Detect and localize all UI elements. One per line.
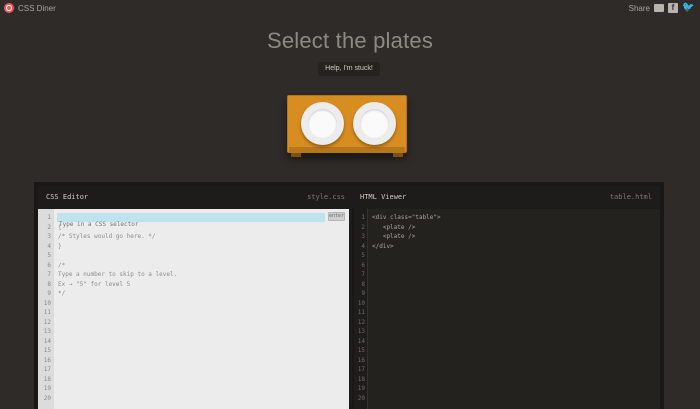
line-number: 14: [43, 337, 51, 345]
help-button[interactable]: Help, I'm stuck!: [318, 62, 380, 76]
line-number: 8: [361, 280, 365, 288]
line-number: 6: [361, 261, 365, 269]
code-line: <div class="table">: [372, 214, 441, 221]
line-number: 4: [361, 242, 365, 250]
code-line: }: [58, 242, 62, 250]
line-number: 10: [43, 299, 51, 307]
code-line: */: [58, 290, 66, 297]
editor-panel: CSS Editor style.css HTML Viewer table.h…: [34, 182, 664, 409]
twitter-icon[interactable]: 🐦: [682, 3, 694, 13]
mail-icon[interactable]: [654, 4, 664, 12]
line-number: 15: [43, 347, 51, 354]
line-number: 20: [43, 394, 51, 402]
table: [287, 95, 407, 165]
level-title: Select the plates: [266, 28, 434, 53]
code-line: {: [58, 223, 62, 231]
line-number: 11: [43, 309, 51, 316]
html-line-numbers: 1 2 3 4 5 6 7 8 9 10 11 12 13 14 15 16 17 18 19 20: [354, 209, 368, 409]
code-line: Ex → "5" for level 5: [58, 280, 131, 288]
line-number: 1: [47, 214, 51, 221]
table-leg: [291, 153, 301, 157]
line-number: 16: [43, 356, 51, 364]
line-number: 12: [357, 318, 365, 326]
selector-input-wrap: [57, 213, 325, 229]
html-viewer: 1 2 3 4 5 6 7 8 9 10 11 12 13 14 15 16 17 18 19 20 <div cla…: [352, 209, 660, 409]
line-number: 7: [47, 271, 51, 278]
line-number: 10: [357, 299, 365, 307]
line-number: 5: [47, 252, 51, 259]
line-number: 16: [357, 356, 365, 364]
css-editor-title: CSS Editor: [46, 193, 89, 201]
enter-button[interactable]: enter: [328, 212, 345, 221]
plate[interactable]: [353, 102, 396, 145]
line-number: 17: [43, 366, 51, 373]
plate[interactable]: [301, 102, 344, 145]
code-line: Type a number to skip to a level.: [58, 271, 178, 278]
line-number: 3: [47, 233, 51, 240]
line-number: 11: [357, 309, 365, 316]
share-label: Share: [628, 3, 650, 13]
line-number: 9: [47, 290, 51, 297]
html-viewer-header: HTML Viewer table.html: [356, 186, 660, 208]
line-number: 6: [47, 261, 51, 269]
line-number: 8: [47, 280, 51, 288]
line-number: 4: [47, 242, 51, 250]
share-bar: Share f 🐦: [628, 3, 694, 13]
line-number: 19: [357, 385, 365, 392]
code-line: /* Styles would go here. */: [58, 233, 156, 240]
line-number: 7: [361, 271, 365, 278]
code-line: </div>: [372, 242, 394, 250]
css-editor: 1234567891011121314151617181920 enter {/…: [38, 209, 349, 409]
app-logo[interactable]: CSS Diner: [4, 3, 56, 13]
line-number: 2: [361, 223, 365, 231]
html-code: <div class="table"> <plate /> <plate /> <…: [372, 213, 441, 251]
html-viewer-title: HTML Viewer: [360, 193, 407, 201]
css-line-numbers: 1 2 3 4 5 6 7 8 9 10 11 12 13 14 15 16 17 18 19 20: [38, 209, 54, 409]
line-number: 20: [357, 394, 365, 402]
line-number: 15: [357, 347, 365, 354]
line-number: 5: [361, 252, 365, 259]
line-number: 3: [361, 233, 365, 240]
css-code: { /* Styles would go here. */} /* Type a nu…: [58, 223, 177, 299]
line-number: 19: [43, 385, 51, 392]
line-number: 18: [43, 375, 51, 383]
css-editor-header: CSS Editor style.css: [42, 186, 353, 208]
css-filename: style.css: [307, 193, 345, 201]
line-number: 13: [357, 328, 365, 335]
line-number: 14: [357, 337, 365, 345]
line-number: 12: [43, 318, 51, 326]
code-line: /*: [58, 261, 66, 269]
table-legs: [291, 153, 403, 157]
line-number: 9: [361, 290, 365, 297]
code-line: <plate />: [372, 223, 416, 231]
line-number: 13: [43, 328, 51, 335]
html-filename: table.html: [609, 193, 652, 201]
table-leg: [393, 153, 403, 157]
app-name: CSS Diner: [18, 3, 56, 13]
line-number: 1: [361, 214, 365, 221]
top-bar: CSS Diner Share f 🐦: [0, 0, 700, 20]
line-number: 2: [47, 223, 51, 231]
line-number: 17: [357, 366, 365, 373]
facebook-icon[interactable]: f: [668, 3, 678, 13]
code-line: <plate />: [372, 233, 416, 240]
line-number: 18: [357, 375, 365, 383]
logo-icon: [4, 3, 14, 13]
